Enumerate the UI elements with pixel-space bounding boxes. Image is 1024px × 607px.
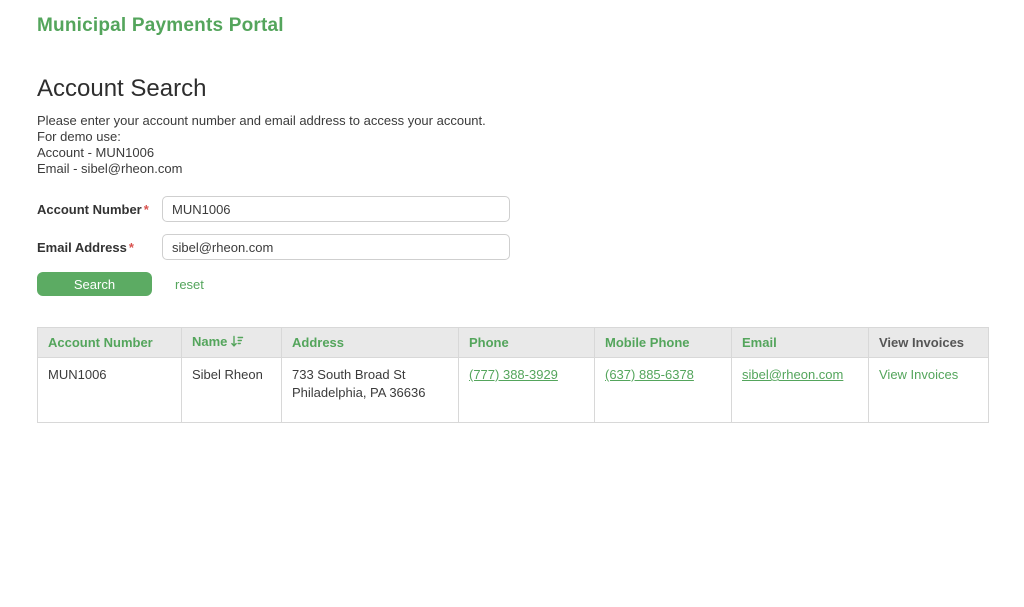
cell-phone: (777) 388-3929 [459, 358, 595, 423]
results-table-header: Account Number Name Address Phone Mobile… [38, 328, 989, 358]
email-address-input[interactable] [162, 234, 510, 260]
form-actions: Search reset [37, 272, 987, 296]
search-button[interactable]: Search [37, 272, 152, 296]
column-header-email[interactable]: Email [732, 328, 869, 358]
instructions-line: Account - MUN1006 [37, 145, 987, 161]
header-row: Account Number Name Address Phone Mobile… [38, 328, 989, 358]
account-results-table: Account Number Name Address Phone Mobile… [37, 327, 989, 423]
column-header-name-text: Name [192, 334, 227, 349]
account-search-heading: Account Search [37, 75, 987, 103]
column-header-view-invoices: View Invoices [869, 328, 989, 358]
cell-email: sibel@rheon.com [732, 358, 869, 423]
email-address-label-text: Email Address [37, 240, 127, 255]
instructions-line: For demo use: [37, 129, 987, 145]
email-link[interactable]: sibel@rheon.com [742, 367, 843, 382]
column-header-name[interactable]: Name [182, 328, 282, 358]
cell-view-invoices: View Invoices [869, 358, 989, 423]
instructions-line: Email - sibel@rheon.com [37, 161, 987, 177]
column-header-phone[interactable]: Phone [459, 328, 595, 358]
account-number-row: Account Number* [37, 196, 987, 222]
required-asterisk: * [144, 202, 149, 217]
email-address-row: Email Address* [37, 234, 987, 260]
instructions-line: Please enter your account number and ema… [37, 113, 987, 129]
cell-mobile-phone: (637) 885-6378 [595, 358, 732, 423]
portal-title: Municipal Payments Portal [37, 15, 987, 37]
cell-name: Sibel Rheon [182, 358, 282, 423]
sort-amount-icon [231, 335, 244, 351]
column-header-mobile-phone[interactable]: Mobile Phone [595, 328, 732, 358]
address-line1: 733 South Broad St [292, 366, 448, 384]
view-invoices-link[interactable]: View Invoices [879, 367, 958, 382]
column-header-address[interactable]: Address [282, 328, 459, 358]
column-header-account-number[interactable]: Account Number [38, 328, 182, 358]
results-table-body: MUN1006 Sibel Rheon 733 South Broad St P… [38, 358, 989, 423]
cell-address: 733 South Broad St Philadelphia, PA 3663… [282, 358, 459, 423]
table-row: MUN1006 Sibel Rheon 733 South Broad St P… [38, 358, 989, 423]
address-line2: Philadelphia, PA 36636 [292, 384, 448, 402]
cell-account-number: MUN1006 [38, 358, 182, 423]
reset-link[interactable]: reset [175, 277, 204, 292]
account-number-label-text: Account Number [37, 202, 142, 217]
instructions-block: Please enter your account number and ema… [37, 113, 987, 177]
account-number-input[interactable] [162, 196, 510, 222]
required-asterisk: * [129, 240, 134, 255]
mobile-phone-link[interactable]: (637) 885-6378 [605, 367, 694, 382]
email-address-label: Email Address* [37, 240, 162, 255]
account-number-label: Account Number* [37, 202, 162, 217]
municipal-payments-page: Municipal Payments Portal Account Search… [0, 0, 1024, 423]
account-search-form: Account Number* Email Address* Search re… [37, 196, 987, 296]
phone-link[interactable]: (777) 388-3929 [469, 367, 558, 382]
